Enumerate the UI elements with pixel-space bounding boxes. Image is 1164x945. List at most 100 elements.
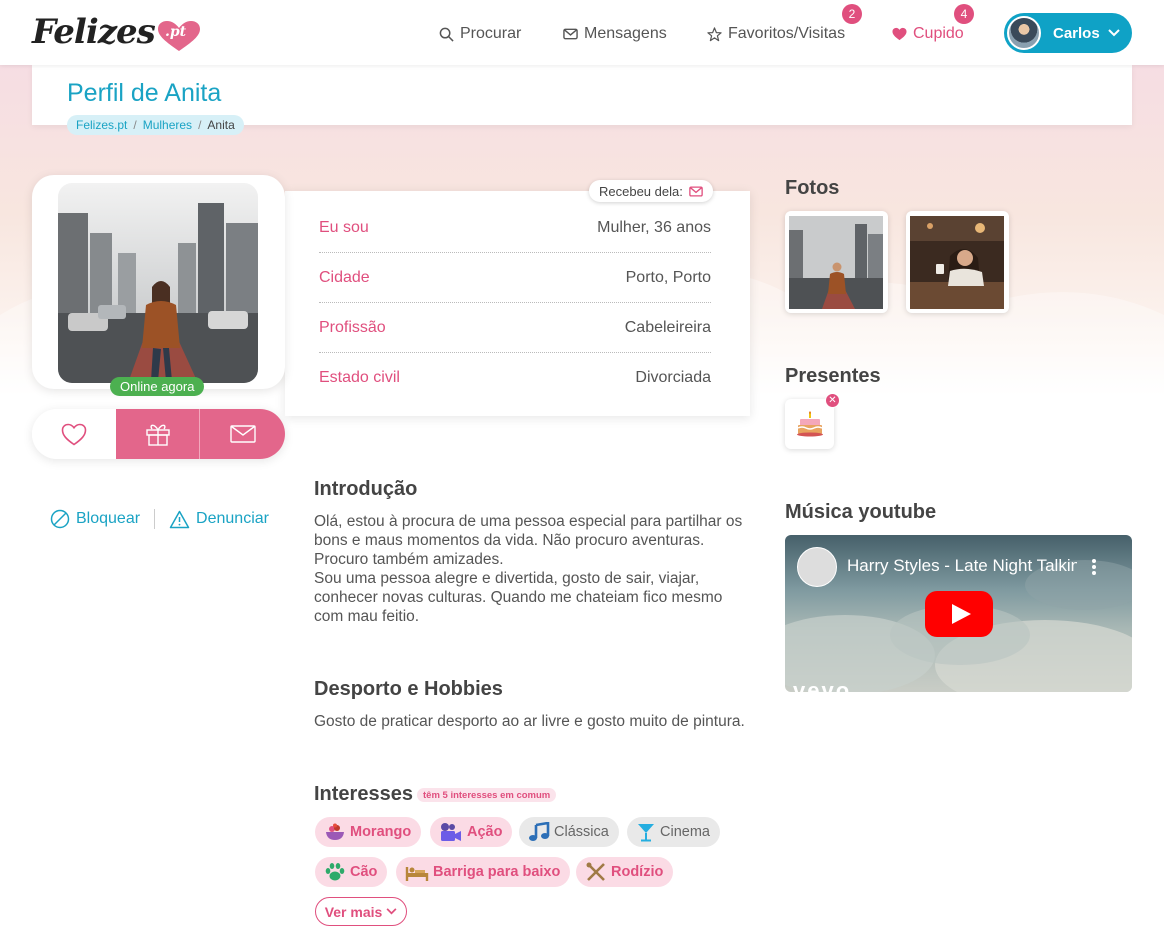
block-user-link[interactable]: Bloquear (50, 509, 140, 529)
top-navigation-bar: Felizes .pt Procurar Mensagens Favoritos… (0, 0, 1164, 65)
like-button[interactable] (32, 409, 116, 459)
info-key: Cidade (319, 268, 370, 286)
breadcrumb-current: Anita (207, 118, 235, 132)
info-value: Divorciada (635, 369, 711, 386)
logo-heart-icon[interactable]: .pt (156, 20, 202, 52)
interest-label: Ação (467, 824, 503, 840)
interest-label: Barriga para baixo (433, 864, 561, 880)
cupid-badge: 4 (954, 4, 974, 24)
breadcrumb-separator: / (133, 118, 137, 132)
page-title: Perfil de Anita (67, 79, 222, 107)
heart-icon (892, 27, 907, 41)
user-name: Carlos (1053, 24, 1100, 42)
show-more-interests-button[interactable]: Ver mais (315, 897, 407, 926)
breadcrumb: Felizes.pt / Mulheres / Anita (67, 115, 244, 135)
heart-outline-icon (61, 423, 87, 445)
intro-line: Procuro também amizades. (314, 551, 504, 568)
play-button-icon[interactable] (925, 591, 993, 637)
interest-chip: Rodízio (576, 857, 674, 887)
intro-line: com mau feitio. (314, 608, 420, 625)
user-avatar (1007, 16, 1041, 50)
profile-photo[interactable] (58, 183, 258, 383)
video-title[interactable]: Harry Styles - Late Night Talking (847, 556, 1077, 576)
profile-photo-card (32, 175, 285, 389)
received-gift[interactable] (785, 399, 834, 449)
nav-search[interactable]: Procurar (439, 24, 521, 44)
envelope-icon (229, 425, 256, 443)
nav-cupid-label: Cupido (913, 25, 964, 42)
interest-chip: Ação (430, 817, 513, 847)
user-menu-button[interactable]: Carlos (1004, 13, 1132, 53)
send-gift-button[interactable] (116, 409, 200, 459)
channel-avatar[interactable] (797, 547, 837, 587)
info-key: Estado civil (319, 369, 400, 386)
interest-label: Cinema (660, 824, 710, 840)
link-divider (154, 509, 156, 529)
profile-info-card: Eu sou Mulher, 36 anos Cidade Porto, Por… (285, 191, 750, 416)
report-user-link[interactable]: Denunciar (169, 510, 269, 529)
star-icon (707, 26, 722, 41)
show-more-label: Ver mais (324, 903, 383, 920)
paw-icon (325, 863, 345, 881)
interest-chip: Barriga para baixo (396, 857, 571, 887)
info-value: Porto, Porto (625, 268, 711, 286)
intro-text: Olá, estou à procura de uma pessoa espec… (314, 512, 754, 626)
block-label: Bloquear (76, 510, 141, 527)
envelope-icon (563, 28, 578, 40)
info-row-city: Cidade Porto, Porto (319, 253, 711, 303)
cocktail-icon (638, 824, 654, 842)
interest-label: Cão (350, 864, 378, 880)
breadcrumb-women[interactable]: Mulheres (143, 118, 192, 132)
warning-icon (169, 510, 190, 528)
breadcrumb-home[interactable]: Felizes.pt (76, 118, 127, 132)
youtube-video-player[interactable]: Harry Styles - Late Night Talking vevo (785, 535, 1132, 692)
block-icon (50, 509, 70, 529)
nav-messages[interactable]: Mensagens (563, 24, 667, 44)
intro-line: conhecer novas culturas. Quando me chate… (314, 589, 723, 606)
envelope-icon (689, 185, 703, 197)
info-value: Mulher, 36 anos (597, 218, 711, 236)
search-icon (439, 27, 454, 42)
interest-chip: Morango (315, 817, 422, 847)
birthday-cake-icon (796, 411, 823, 437)
info-value: Cabeleireira (624, 318, 711, 336)
interest-label: Rodízio (611, 864, 664, 880)
info-key: Profissão (319, 318, 386, 336)
music-title: Música youtube (785, 501, 937, 523)
remove-gift-button[interactable]: ✕ (825, 393, 840, 408)
gifts-title: Presentes (785, 365, 881, 387)
info-row-profession: Profissão Cabeleireira (319, 303, 711, 353)
interests-title: Interesses (314, 783, 413, 805)
more-options-icon[interactable] (1091, 557, 1097, 577)
send-message-button[interactable] (200, 409, 285, 459)
vevo-logo: vevo (793, 678, 852, 692)
site-logo[interactable]: Felizes (32, 12, 156, 52)
interest-chip: Cinema (627, 817, 720, 847)
logo-suffix: .pt (165, 24, 187, 40)
interest-label: Morango (350, 824, 412, 840)
report-label: Denunciar (196, 510, 269, 527)
interest-chip: Cão (315, 857, 388, 887)
received-label: Recebeu dela: (599, 183, 683, 199)
info-row-civil-status: Estado civil Divorciada (319, 353, 711, 403)
gift-icon (145, 424, 170, 446)
received-from-her-badge[interactable]: Recebeu dela: (589, 180, 713, 202)
intro-line: Sou uma pessoa alegre e divertida, gosto… (314, 570, 700, 587)
hobbies-title: Desporto e Hobbies (314, 678, 503, 700)
photo-thumbnail[interactable] (906, 211, 1009, 313)
breadcrumb-separator: / (198, 118, 202, 132)
profile-action-bar (32, 409, 285, 459)
music-note-icon (529, 822, 550, 841)
intro-line: Olá, estou à procura de uma pessoa espec… (314, 513, 743, 530)
nav-favorites[interactable]: Favoritos/Visitas (707, 24, 845, 44)
nav-messages-label: Mensagens (584, 25, 667, 42)
photo-thumbnail[interactable] (785, 211, 888, 313)
info-key: Eu sou (319, 218, 369, 236)
movie-camera-icon (441, 823, 461, 841)
nav-cupid[interactable]: Cupido (892, 24, 964, 44)
interest-label: Clássica (554, 824, 609, 840)
bed-icon (405, 867, 429, 881)
nav-search-label: Procurar (460, 25, 522, 42)
favorites-badge: 2 (842, 4, 862, 24)
moderation-links: Bloquear Denunciar (50, 509, 269, 529)
